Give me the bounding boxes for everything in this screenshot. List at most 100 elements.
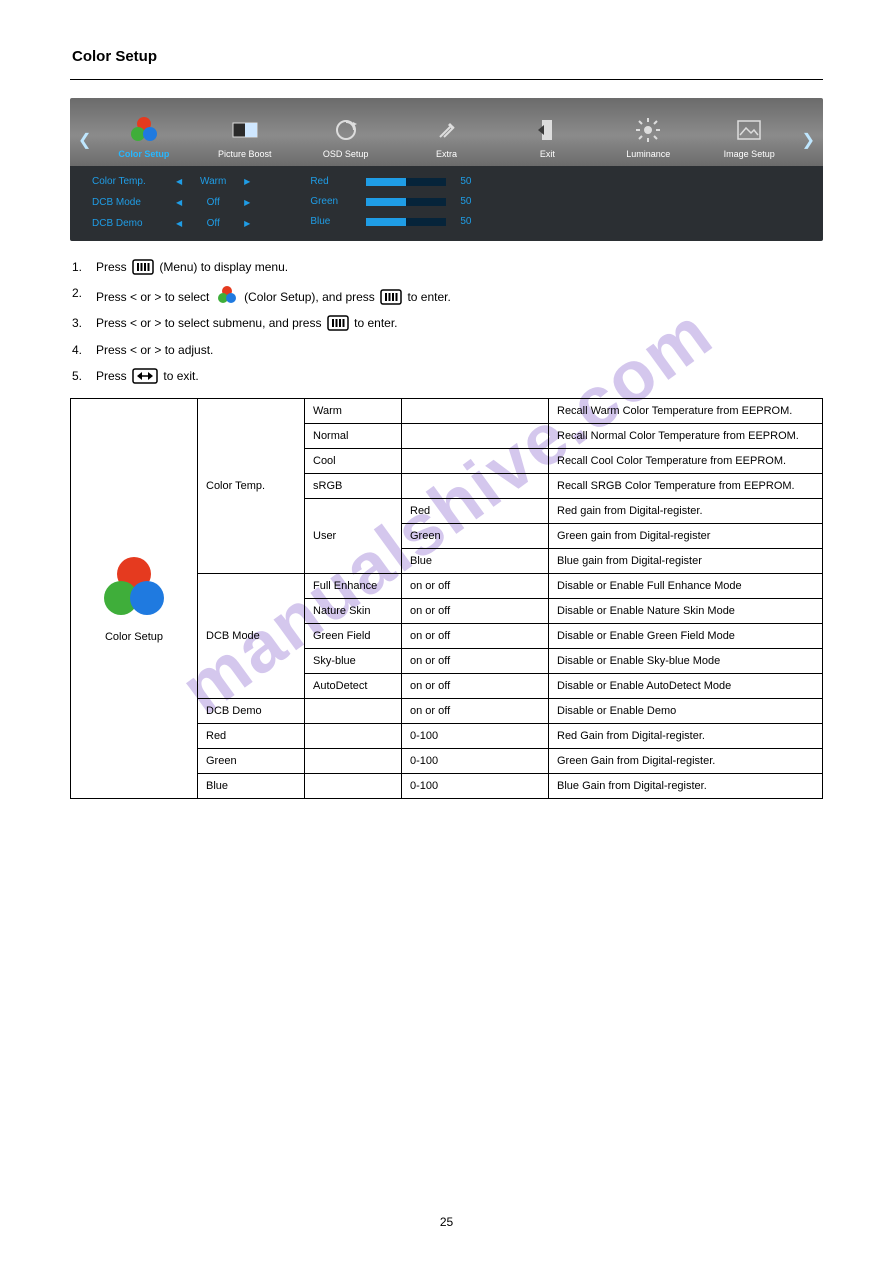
page-number: 25 bbox=[0, 1215, 893, 1229]
cell: Recall Warm Color Temperature from EEPRO… bbox=[549, 398, 823, 423]
osd-tab-label: Color Setup bbox=[118, 149, 169, 159]
cell: Green Field bbox=[305, 623, 402, 648]
group-name: DCB Mode bbox=[198, 573, 305, 698]
auto-button-icon bbox=[132, 368, 158, 384]
osd-field-value: 50 bbox=[460, 176, 471, 187]
right-arrow-icon[interactable]: ▶ bbox=[244, 177, 250, 186]
osd-tab-luminance[interactable]: Luminance bbox=[598, 113, 699, 162]
cell bbox=[305, 748, 402, 773]
cell: Cool bbox=[305, 448, 402, 473]
cell: User bbox=[305, 498, 402, 573]
cell: Full Enhance bbox=[305, 573, 402, 598]
table-icon-cell: Color Setup bbox=[71, 398, 198, 798]
instr-text: to enter. bbox=[407, 290, 450, 304]
instr-text: Press bbox=[96, 260, 130, 274]
exit-icon bbox=[536, 113, 558, 147]
cell: Recall Cool Color Temperature from EEPRO… bbox=[549, 448, 823, 473]
cell: on or off bbox=[402, 598, 549, 623]
osd-field-label: Color Temp. bbox=[92, 176, 162, 187]
cell bbox=[305, 723, 402, 748]
cell: AutoDetect bbox=[305, 673, 402, 698]
right-arrow-icon[interactable]: ▶ bbox=[244, 219, 250, 228]
cell bbox=[305, 773, 402, 798]
group-name: Blue bbox=[198, 773, 305, 798]
extra-icon bbox=[436, 113, 458, 147]
osd-tab-extra[interactable]: Extra bbox=[396, 113, 497, 162]
osd-tab-label: Image Setup bbox=[724, 149, 775, 159]
slider-track[interactable] bbox=[366, 198, 446, 206]
osd-field-value: 50 bbox=[460, 196, 471, 207]
right-arrow-icon[interactable]: ▶ bbox=[244, 198, 250, 207]
cell: Recall Normal Color Temperature from EEP… bbox=[549, 423, 823, 448]
cell: Normal bbox=[305, 423, 402, 448]
menu-button-icon bbox=[327, 315, 349, 331]
group-name: Green bbox=[198, 748, 305, 773]
osd-row: Green 50 bbox=[310, 196, 471, 207]
instr-text: Press < or > to select submenu, and pres… bbox=[96, 316, 325, 330]
left-arrow-icon[interactable]: ◀ bbox=[176, 177, 182, 186]
cell: Red bbox=[402, 498, 549, 523]
cell: Recall SRGB Color Temperature from EEPRO… bbox=[549, 473, 823, 498]
osd-tab-label: Exit bbox=[540, 149, 555, 159]
osd-tab-label: Extra bbox=[436, 149, 457, 159]
cell: 0-100 bbox=[402, 773, 549, 798]
table-icon-caption: Color Setup bbox=[79, 631, 189, 643]
cell: Disable or Enable Sky-blue Mode bbox=[549, 648, 823, 673]
cell: Green gain from Digital-register bbox=[549, 523, 823, 548]
menu-button-icon bbox=[132, 259, 154, 275]
instr-text: to enter. bbox=[354, 316, 397, 330]
slider-track[interactable] bbox=[366, 218, 446, 226]
osd-tab-osd-setup[interactable]: OSD Setup bbox=[295, 113, 396, 162]
slider-track[interactable] bbox=[366, 178, 446, 186]
osd-setup-icon bbox=[335, 113, 357, 147]
osd-tab-exit[interactable]: Exit bbox=[497, 113, 598, 162]
cell: on or off bbox=[402, 623, 549, 648]
cell: sRGB bbox=[305, 473, 402, 498]
cell: Disable or Enable AutoDetect Mode bbox=[549, 673, 823, 698]
cell: Disable or Enable Green Field Mode bbox=[549, 623, 823, 648]
cell bbox=[402, 398, 549, 423]
cell: on or off bbox=[402, 573, 549, 598]
image-setup-icon bbox=[737, 113, 761, 147]
osd-field-label: Red bbox=[310, 176, 352, 187]
instr-text: Press bbox=[96, 369, 130, 383]
cell: on or off bbox=[402, 698, 549, 723]
osd-row: Blue 50 bbox=[310, 216, 471, 227]
cell: Blue Gain from Digital-register. bbox=[549, 773, 823, 798]
chevron-left-icon: ❮ bbox=[76, 130, 93, 162]
left-arrow-icon[interactable]: ◀ bbox=[176, 198, 182, 207]
osd-tab-label: OSD Setup bbox=[323, 149, 369, 159]
osd-tab-picture-boost[interactable]: Picture Boost bbox=[194, 113, 295, 162]
osd-row: Red 50 bbox=[310, 176, 471, 187]
osd-tab-image-setup[interactable]: Image Setup bbox=[699, 113, 800, 162]
cell: Red gain from Digital-register. bbox=[549, 498, 823, 523]
cell bbox=[402, 423, 549, 448]
section-title: Color Setup bbox=[72, 48, 823, 65]
osd-tab-color-setup[interactable]: Color Setup bbox=[93, 113, 194, 162]
group-name: Red bbox=[198, 723, 305, 748]
cell: Blue bbox=[402, 548, 549, 573]
osd-tab-label: Luminance bbox=[626, 149, 670, 159]
divider bbox=[70, 79, 823, 80]
cell: on or off bbox=[402, 648, 549, 673]
osd-field-label: DCB Mode bbox=[92, 197, 162, 208]
osd-field-value: Off bbox=[196, 218, 230, 229]
menu-button-icon bbox=[380, 289, 402, 305]
cell: Green Gain from Digital-register. bbox=[549, 748, 823, 773]
osd-field-value: Warm bbox=[196, 176, 230, 187]
instr-text: (Color Setup), and press bbox=[244, 290, 378, 304]
osd-field-label: Blue bbox=[310, 216, 352, 227]
cell: 0-100 bbox=[402, 748, 549, 773]
picture-boost-icon bbox=[232, 113, 258, 147]
instr-text: to exit. bbox=[163, 369, 198, 383]
color-setup-icon bbox=[127, 113, 161, 147]
osd-field-label: DCB Demo bbox=[92, 218, 162, 229]
cell: Sky-blue bbox=[305, 648, 402, 673]
osd-tab-label: Picture Boost bbox=[218, 149, 272, 159]
left-arrow-icon[interactable]: ◀ bbox=[176, 219, 182, 228]
cell: Red Gain from Digital-register. bbox=[549, 723, 823, 748]
group-name: Color Temp. bbox=[198, 398, 305, 573]
cell: Disable or Enable Demo bbox=[549, 698, 823, 723]
cell: on or off bbox=[402, 673, 549, 698]
instr-text: Press < or > to adjust. bbox=[96, 342, 213, 358]
